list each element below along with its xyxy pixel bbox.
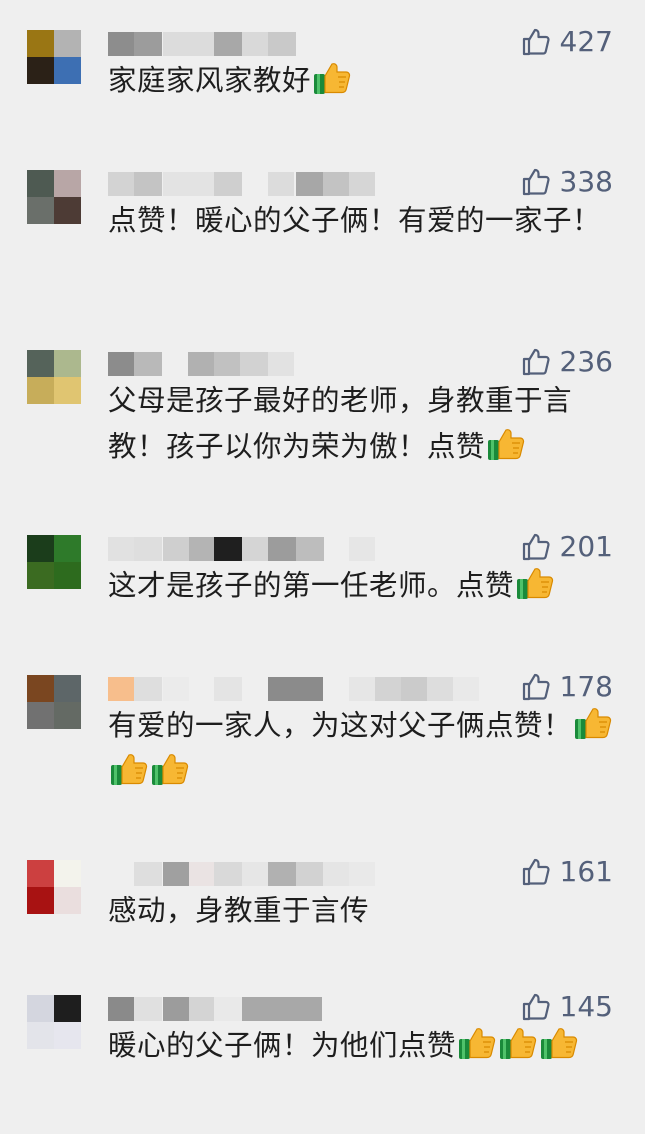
thumbs-up-icon: [520, 531, 552, 563]
thumbs-up-emoji-icon: [539, 1025, 579, 1061]
thumbs-up-emoji-icon: [573, 705, 613, 741]
comment-text: 这才是孩子的第一任老师。点赞: [108, 563, 623, 609]
like-button[interactable]: 145: [520, 989, 613, 1025]
like-button[interactable]: 178: [520, 669, 613, 705]
comment-body: 这才是孩子的第一任老师。点赞: [108, 569, 515, 602]
comment-body: 有爱的一家人，为这对父子俩点赞！: [108, 709, 573, 742]
username-blurred[interactable]: [108, 677, 479, 701]
comment-text: 有爱的一家人，为这对父子俩点赞！: [108, 703, 623, 795]
like-count: 427: [559, 25, 613, 58]
like-count: 201: [559, 530, 613, 563]
comment-body: 家庭家风家教好: [108, 64, 312, 97]
username-blurred[interactable]: [108, 172, 388, 196]
comment-body: 感动，身教重于言传: [108, 894, 370, 927]
comment-text: 点赞！暖心的父子俩！有爱的一家子！: [108, 198, 623, 244]
avatar[interactable]: [27, 995, 81, 1049]
comment-text: 父母是孩子最好的老师，身教重于言教！孩子以你为荣为傲！点赞: [108, 378, 623, 470]
comment-body: 暖心的父子俩！为他们点赞: [108, 1029, 457, 1062]
avatar[interactable]: [27, 170, 81, 224]
like-button[interactable]: 161: [520, 854, 613, 890]
like-count: 145: [559, 990, 613, 1023]
like-count: 338: [559, 165, 613, 198]
like-count: 178: [559, 670, 613, 703]
thumbs-up-icon: [520, 856, 552, 888]
username-blurred[interactable]: [108, 862, 388, 886]
thumbs-up-emoji-icon: [515, 565, 555, 601]
comment-body: 点赞！暖心的父子俩！有爱的一家子！: [108, 204, 602, 237]
comment-text: 暖心的父子俩！为他们点赞: [108, 1023, 623, 1069]
thumbs-up-icon: [520, 671, 552, 703]
username-blurred[interactable]: [108, 352, 388, 376]
avatar[interactable]: [27, 30, 81, 84]
avatar[interactable]: [27, 535, 81, 589]
comment-text: 感动，身教重于言传: [108, 888, 623, 934]
thumbs-up-icon: [520, 166, 552, 198]
like-count: 161: [559, 855, 613, 888]
like-button[interactable]: 201: [520, 529, 613, 565]
thumbs-up-icon: [520, 346, 552, 378]
avatar[interactable]: [27, 860, 81, 914]
comment-text: 家庭家风家教好: [108, 58, 623, 104]
username-blurred[interactable]: [108, 537, 388, 561]
username-blurred[interactable]: [108, 997, 388, 1021]
thumbs-up-emoji-icon: [109, 751, 149, 787]
like-button[interactable]: 236: [520, 344, 613, 380]
thumbs-up-emoji-icon: [457, 1025, 497, 1061]
thumbs-up-emoji-icon: [150, 751, 190, 787]
like-count: 236: [559, 345, 613, 378]
thumbs-up-icon: [520, 991, 552, 1023]
username-blurred[interactable]: [108, 32, 388, 56]
thumbs-up-emoji-icon: [312, 60, 352, 96]
thumbs-up-emoji-icon: [486, 426, 526, 462]
avatar[interactable]: [27, 675, 81, 729]
thumbs-up-emoji-icon: [498, 1025, 538, 1061]
thumbs-up-icon: [520, 26, 552, 58]
avatar[interactable]: [27, 350, 81, 404]
like-button[interactable]: 427: [520, 24, 613, 60]
like-button[interactable]: 338: [520, 164, 613, 200]
